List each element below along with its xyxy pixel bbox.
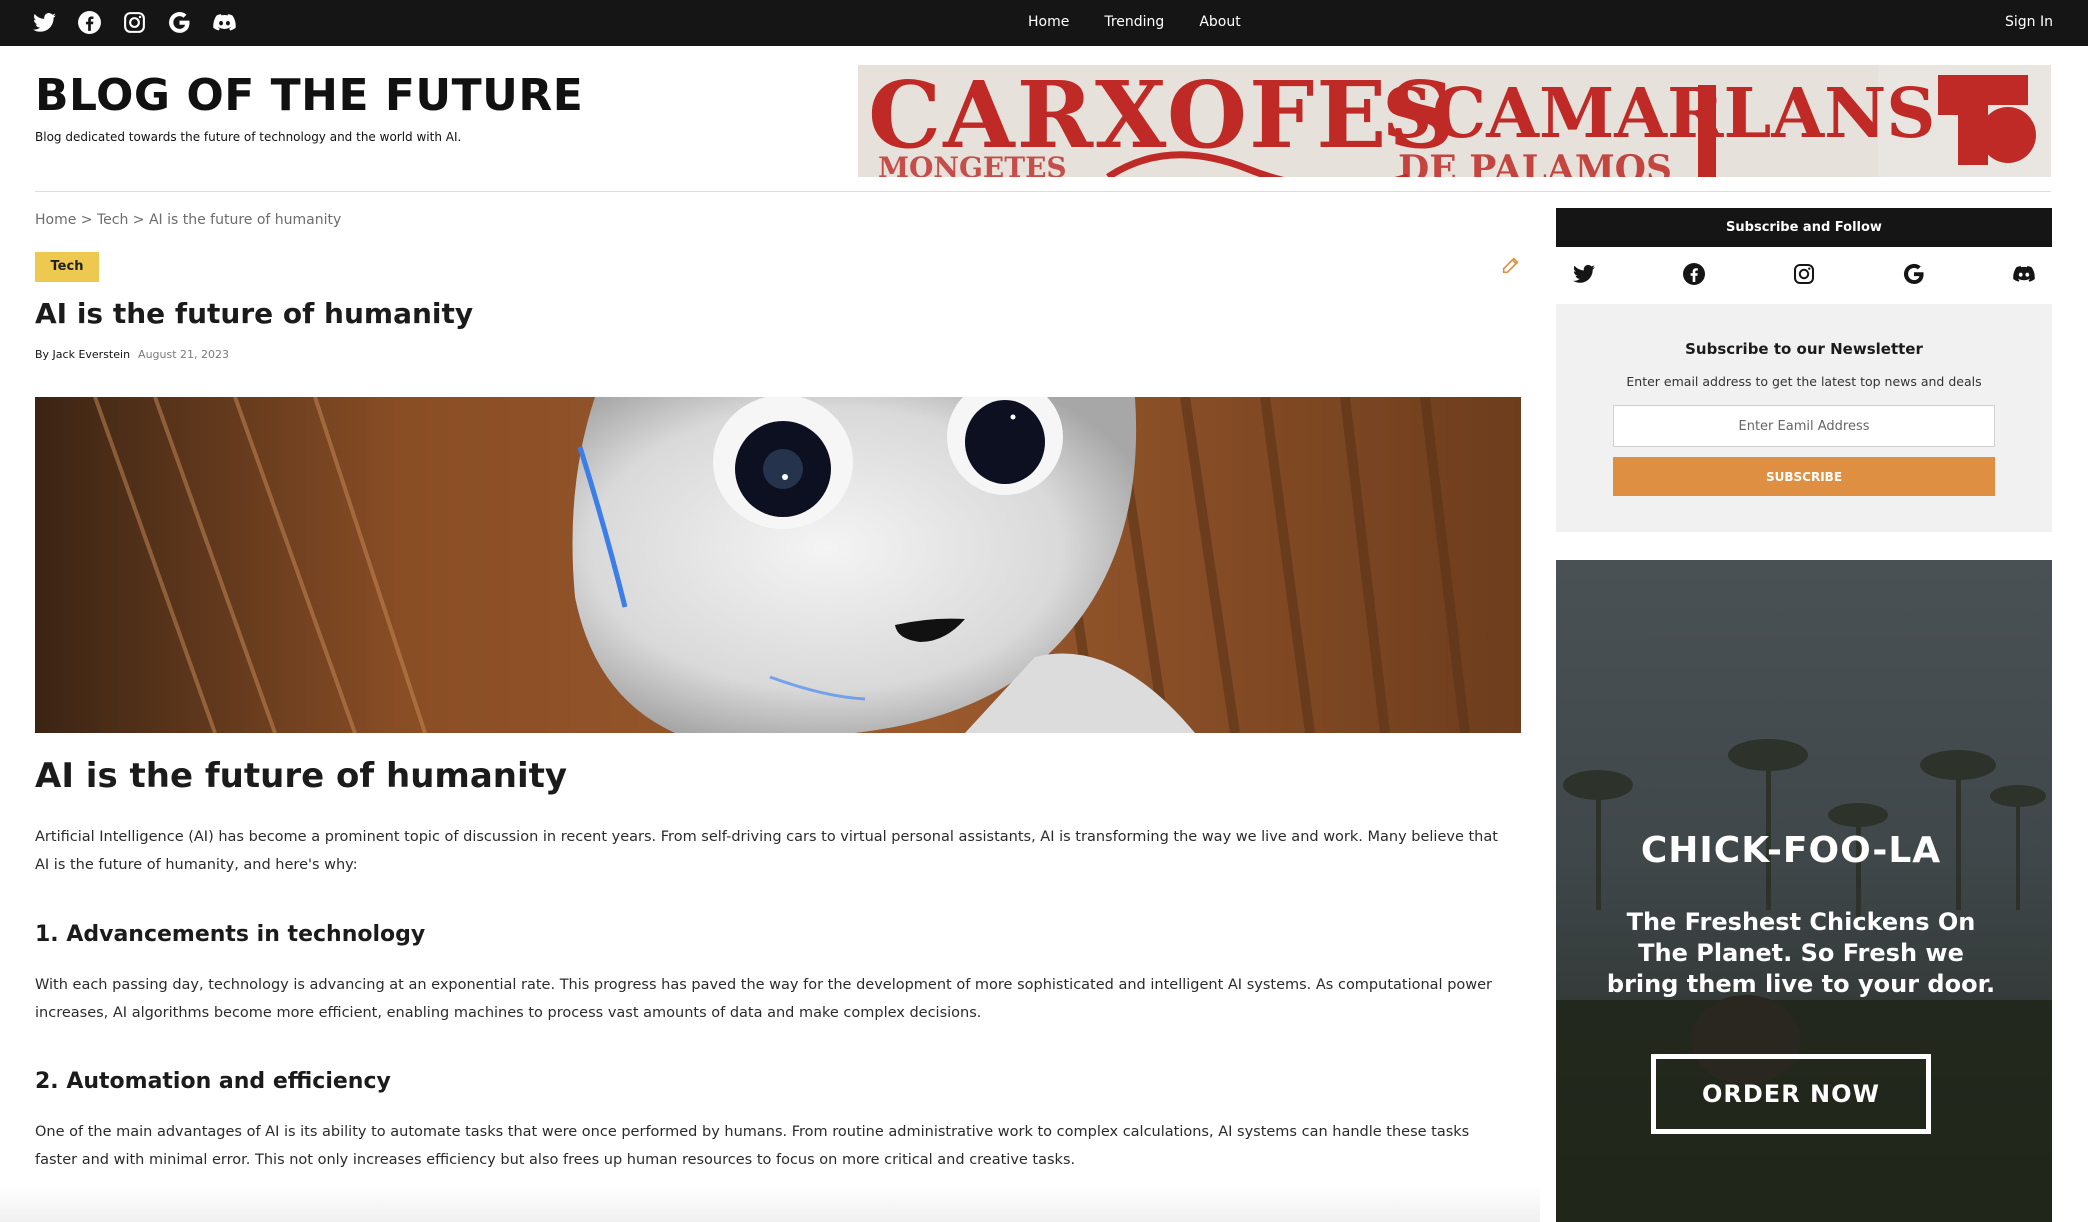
google-icon[interactable] — [167, 10, 192, 35]
banner-ad[interactable]: CARXOFES SCAMARLANS MONGETES DE PALAMOS — [858, 65, 2051, 177]
twitter-icon[interactable] — [32, 10, 57, 35]
instagram-icon[interactable] — [122, 10, 147, 35]
ad-copy: The Freshest Chickens On The Planet. So … — [1606, 908, 1996, 998]
post-title: AI is the future of humanity — [35, 297, 474, 330]
email-field[interactable] — [1613, 405, 1995, 447]
sidebar-ad[interactable]: CHICK-FOO-LA The Freshest Chickens On Th… — [1556, 560, 2052, 1222]
article-intro: Artificial Intelligence (AI) has become … — [35, 829, 1498, 873]
ad-brand: CHICK-FOO-LA — [1640, 830, 1942, 871]
content-fade-overlay — [0, 1185, 1540, 1222]
google-icon[interactable] — [1902, 262, 1926, 286]
facebook-icon[interactable] — [1682, 262, 1706, 286]
banner-ad-image: CARXOFES SCAMARLANS MONGETES DE PALAMOS — [858, 65, 2051, 177]
post-date: August 21, 2023 — [138, 348, 230, 361]
newsletter-title: Subscribe to our Newsletter — [1685, 340, 1923, 358]
breadcrumb[interactable]: Home > Tech > AI is the future of humani… — [35, 212, 341, 228]
top-bar: Home Trending About Sign In — [0, 0, 2088, 46]
facebook-icon[interactable] — [77, 10, 102, 35]
byline: By Jack Everstein August 21, 2023 — [35, 348, 229, 361]
banner-sub-word-2: DE PALAMOS — [1398, 148, 1672, 177]
sign-in-link[interactable]: Sign In — [2005, 14, 2053, 30]
banner-sub-word-1: MONGETES — [878, 151, 1067, 177]
section-body-1: With each passing day, technology is adv… — [35, 977, 1493, 1021]
discord-icon[interactable] — [212, 10, 237, 35]
main-nav: Home Trending About — [1028, 14, 1241, 30]
hero-image — [35, 397, 1521, 733]
nav-about[interactable]: About — [1199, 14, 1240, 30]
site-tagline: Blog dedicated towards the future of tec… — [35, 130, 462, 144]
edit-icon[interactable] — [1500, 254, 1522, 276]
post-author[interactable]: By Jack Everstein — [35, 348, 130, 361]
subscribe-button[interactable]: SUBSCRIBE — [1613, 457, 1995, 496]
instagram-icon[interactable] — [1792, 262, 1816, 286]
article-heading: AI is the future of humanity — [35, 756, 568, 796]
discord-icon[interactable] — [2012, 262, 2036, 286]
follow-header: Subscribe and Follow — [1556, 208, 2052, 247]
top-social-links — [32, 10, 237, 35]
follow-social-links — [1572, 262, 2036, 286]
site-title[interactable]: BLOG OF THE FUTURE — [35, 70, 583, 121]
newsletter-box: Subscribe to our Newsletter Enter email … — [1556, 304, 2052, 532]
twitter-icon[interactable] — [1572, 262, 1596, 286]
nav-home[interactable]: Home — [1028, 14, 1069, 30]
section-heading-1: 1. Advancements in technology — [35, 922, 426, 947]
order-now-button[interactable]: ORDER NOW — [1651, 1054, 1931, 1134]
header-divider — [35, 191, 2051, 192]
section-heading-2: 2. Automation and efficiency — [35, 1069, 391, 1094]
newsletter-description: Enter email address to get the latest to… — [1626, 374, 1982, 389]
banner-word-2: SCAMARLANS — [1383, 74, 1935, 154]
category-tag[interactable]: Tech — [35, 252, 99, 282]
section-body-2: One of the main advantages of AI is its … — [35, 1124, 1470, 1168]
nav-trending[interactable]: Trending — [1104, 14, 1164, 30]
